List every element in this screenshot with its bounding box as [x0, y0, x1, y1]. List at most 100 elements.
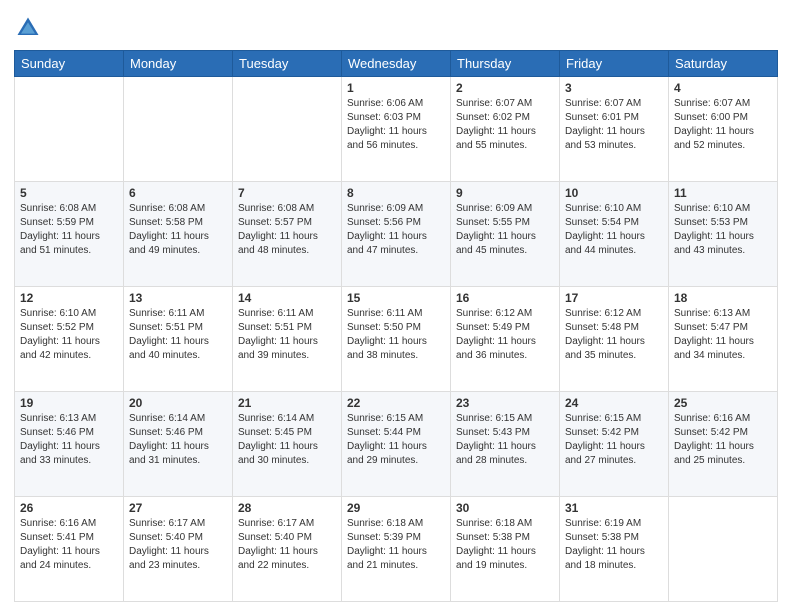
weekday-header-tuesday: Tuesday — [233, 51, 342, 77]
day-number: 21 — [238, 396, 336, 410]
day-cell — [124, 77, 233, 182]
weekday-header-sunday: Sunday — [15, 51, 124, 77]
day-cell: 31 Sunrise: 6:19 AM Sunset: 5:38 PM Dayli… — [560, 497, 669, 602]
day-number: 8 — [347, 186, 445, 200]
day-cell: 27 Sunrise: 6:17 AM Sunset: 5:40 PM Dayli… — [124, 497, 233, 602]
day-info: Sunrise: 6:10 AM Sunset: 5:53 PM Dayligh… — [674, 202, 772, 258]
day-cell: 15 Sunrise: 6:11 AM Sunset: 5:50 PM Dayli… — [342, 287, 451, 392]
day-cell: 28 Sunrise: 6:17 AM Sunset: 5:40 PM Dayli… — [233, 497, 342, 602]
weekday-header-row: SundayMondayTuesdayWednesdayThursdayFrid… — [15, 51, 778, 77]
day-number: 16 — [456, 291, 554, 305]
day-cell: 12 Sunrise: 6:10 AM Sunset: 5:52 PM Dayli… — [15, 287, 124, 392]
day-number: 31 — [565, 501, 663, 515]
day-info: Sunrise: 6:14 AM Sunset: 5:45 PM Dayligh… — [238, 412, 336, 468]
day-number: 18 — [674, 291, 772, 305]
day-cell: 9Sunrise: 6:09 AM Sunset: 5:55 PM Daylig… — [451, 182, 560, 287]
day-info: Sunrise: 6:06 AM Sunset: 6:03 PM Dayligh… — [347, 97, 445, 153]
day-number: 7 — [238, 186, 336, 200]
page: SundayMondayTuesdayWednesdayThursdayFrid… — [0, 0, 792, 612]
day-number: 17 — [565, 291, 663, 305]
day-info: Sunrise: 6:17 AM Sunset: 5:40 PM Dayligh… — [129, 517, 227, 573]
day-info: Sunrise: 6:08 AM Sunset: 5:57 PM Dayligh… — [238, 202, 336, 258]
day-info: Sunrise: 6:12 AM Sunset: 5:48 PM Dayligh… — [565, 307, 663, 363]
day-number: 9 — [456, 186, 554, 200]
day-info: Sunrise: 6:13 AM Sunset: 5:47 PM Dayligh… — [674, 307, 772, 363]
day-cell: 17 Sunrise: 6:12 AM Sunset: 5:48 PM Dayli… — [560, 287, 669, 392]
day-number: 11 — [674, 186, 772, 200]
weekday-header-saturday: Saturday — [669, 51, 778, 77]
day-info: Sunrise: 6:18 AM Sunset: 5:38 PM Dayligh… — [456, 517, 554, 573]
day-cell: 30 Sunrise: 6:18 AM Sunset: 5:38 PM Dayli… — [451, 497, 560, 602]
day-info: Sunrise: 6:10 AM Sunset: 5:52 PM Dayligh… — [20, 307, 118, 363]
day-number: 12 — [20, 291, 118, 305]
day-cell: 6 Sunrise: 6:08 AM Sunset: 5:58 PM Daylig… — [124, 182, 233, 287]
day-info: Sunrise: 6:13 AM Sunset: 5:46 PM Dayligh… — [20, 412, 118, 468]
week-row-5: 26Sunrise: 6:16 AM Sunset: 5:41 PM Dayli… — [15, 497, 778, 602]
day-cell: 16 Sunrise: 6:12 AM Sunset: 5:49 PM Dayli… — [451, 287, 560, 392]
day-info: Sunrise: 6:16 AM Sunset: 5:42 PM Dayligh… — [674, 412, 772, 468]
day-number: 13 — [129, 291, 227, 305]
day-info: Sunrise: 6:14 AM Sunset: 5:46 PM Dayligh… — [129, 412, 227, 468]
day-number: 15 — [347, 291, 445, 305]
day-info: Sunrise: 6:12 AM Sunset: 5:49 PM Dayligh… — [456, 307, 554, 363]
day-info: Sunrise: 6:15 AM Sunset: 5:44 PM Dayligh… — [347, 412, 445, 468]
day-cell: 14 Sunrise: 6:11 AM Sunset: 5:51 PM Dayli… — [233, 287, 342, 392]
weekday-header-friday: Friday — [560, 51, 669, 77]
day-cell: 11 Sunrise: 6:10 AM Sunset: 5:53 PM Dayli… — [669, 182, 778, 287]
day-number: 5 — [20, 186, 118, 200]
day-info: Sunrise: 6:11 AM Sunset: 5:50 PM Dayligh… — [347, 307, 445, 363]
week-row-4: 19 Sunrise: 6:13 AM Sunset: 5:46 PM Dayli… — [15, 392, 778, 497]
day-cell: 20Sunrise: 6:14 AM Sunset: 5:46 PM Dayli… — [124, 392, 233, 497]
day-cell: 8 Sunrise: 6:09 AM Sunset: 5:56 PM Daylig… — [342, 182, 451, 287]
day-info: Sunrise: 6:09 AM Sunset: 5:56 PM Dayligh… — [347, 202, 445, 258]
day-cell — [15, 77, 124, 182]
day-info: Sunrise: 6:07 AM Sunset: 6:01 PM Dayligh… — [565, 97, 663, 153]
week-row-1: 1 Sunrise: 6:06 AM Sunset: 6:03 PM Daylig… — [15, 77, 778, 182]
day-cell: 1 Sunrise: 6:06 AM Sunset: 6:03 PM Daylig… — [342, 77, 451, 182]
day-cell: 25 Sunrise: 6:16 AM Sunset: 5:42 PM Dayli… — [669, 392, 778, 497]
day-info: Sunrise: 6:10 AM Sunset: 5:54 PM Dayligh… — [565, 202, 663, 258]
header — [14, 10, 778, 42]
day-info: Sunrise: 6:15 AM Sunset: 5:43 PM Dayligh… — [456, 412, 554, 468]
day-number: 26 — [20, 501, 118, 515]
day-cell — [669, 497, 778, 602]
day-info: Sunrise: 6:17 AM Sunset: 5:40 PM Dayligh… — [238, 517, 336, 573]
day-cell: 21 Sunrise: 6:14 AM Sunset: 5:45 PM Dayli… — [233, 392, 342, 497]
day-number: 30 — [456, 501, 554, 515]
calendar-table: SundayMondayTuesdayWednesdayThursdayFrid… — [14, 50, 778, 602]
logo — [14, 14, 46, 42]
logo-icon — [14, 14, 42, 42]
day-cell: 26Sunrise: 6:16 AM Sunset: 5:41 PM Dayli… — [15, 497, 124, 602]
day-cell: 4Sunrise: 6:07 AM Sunset: 6:00 PM Daylig… — [669, 77, 778, 182]
day-info: Sunrise: 6:08 AM Sunset: 5:59 PM Dayligh… — [20, 202, 118, 258]
weekday-header-monday: Monday — [124, 51, 233, 77]
day-number: 19 — [20, 396, 118, 410]
day-info: Sunrise: 6:08 AM Sunset: 5:58 PM Dayligh… — [129, 202, 227, 258]
day-cell — [233, 77, 342, 182]
day-cell: 22 Sunrise: 6:15 AM Sunset: 5:44 PM Dayli… — [342, 392, 451, 497]
day-number: 2 — [456, 81, 554, 95]
day-info: Sunrise: 6:11 AM Sunset: 5:51 PM Dayligh… — [129, 307, 227, 363]
day-number: 24 — [565, 396, 663, 410]
day-info: Sunrise: 6:11 AM Sunset: 5:51 PM Dayligh… — [238, 307, 336, 363]
day-number: 25 — [674, 396, 772, 410]
day-number: 27 — [129, 501, 227, 515]
day-cell: 7 Sunrise: 6:08 AM Sunset: 5:57 PM Daylig… — [233, 182, 342, 287]
weekday-header-thursday: Thursday — [451, 51, 560, 77]
week-row-2: 5 Sunrise: 6:08 AM Sunset: 5:59 PM Daylig… — [15, 182, 778, 287]
day-number: 29 — [347, 501, 445, 515]
day-number: 10 — [565, 186, 663, 200]
day-info: Sunrise: 6:15 AM Sunset: 5:42 PM Dayligh… — [565, 412, 663, 468]
day-info: Sunrise: 6:07 AM Sunset: 6:00 PM Dayligh… — [674, 97, 772, 153]
day-number: 22 — [347, 396, 445, 410]
day-number: 3 — [565, 81, 663, 95]
day-info: Sunrise: 6:19 AM Sunset: 5:38 PM Dayligh… — [565, 517, 663, 573]
day-cell: 19 Sunrise: 6:13 AM Sunset: 5:46 PM Dayli… — [15, 392, 124, 497]
day-info: Sunrise: 6:07 AM Sunset: 6:02 PM Dayligh… — [456, 97, 554, 153]
day-number: 1 — [347, 81, 445, 95]
day-number: 14 — [238, 291, 336, 305]
day-number: 6 — [129, 186, 227, 200]
day-cell: 13 Sunrise: 6:11 AM Sunset: 5:51 PM Dayli… — [124, 287, 233, 392]
day-cell: 10 Sunrise: 6:10 AM Sunset: 5:54 PM Dayli… — [560, 182, 669, 287]
day-number: 28 — [238, 501, 336, 515]
